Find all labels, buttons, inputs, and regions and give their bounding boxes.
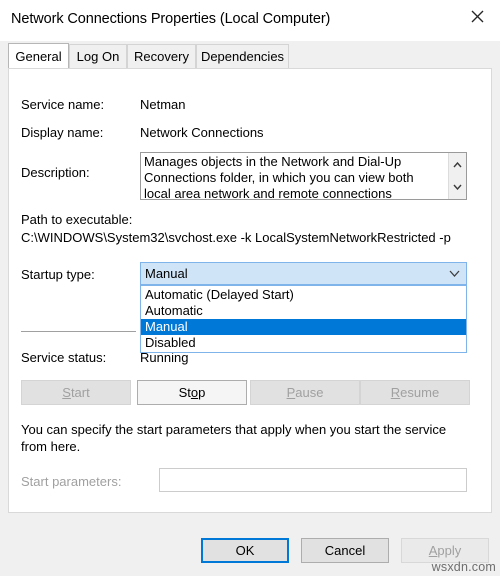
startup-type-dropdown-list[interactable]: Automatic (Delayed Start) Automatic Manu… bbox=[140, 285, 467, 353]
chevron-down-icon bbox=[449, 263, 460, 284]
resume-button-label: Resume bbox=[390, 385, 440, 400]
stop-button-label: Stop bbox=[178, 385, 206, 400]
service-name-value: Netman bbox=[140, 97, 186, 112]
apply-button-label: Apply bbox=[428, 543, 462, 558]
description-label: Description: bbox=[21, 165, 90, 180]
tab-dependencies-label: Dependencies bbox=[200, 49, 285, 64]
startup-type-selected-value: Manual bbox=[145, 266, 188, 281]
startup-option-manual[interactable]: Manual bbox=[141, 319, 466, 335]
startup-option-automatic[interactable]: Automatic bbox=[141, 303, 466, 319]
start-service-button[interactable]: Start bbox=[21, 380, 131, 405]
path-to-executable-label: Path to executable: bbox=[21, 212, 133, 227]
section-divider bbox=[21, 331, 136, 332]
scroll-up-icon[interactable] bbox=[449, 153, 466, 177]
service-properties-dialog: Network Connections Properties (Local Co… bbox=[0, 0, 500, 576]
tab-recovery[interactable]: Recovery bbox=[127, 44, 196, 68]
ok-button-label: OK bbox=[235, 543, 255, 558]
watermark: wsxdn.com bbox=[431, 560, 496, 574]
description-field[interactable]: Manages objects in the Network and Dial-… bbox=[140, 152, 467, 200]
resume-service-button[interactable]: Resume bbox=[360, 380, 470, 405]
tab-log-on-label: Log On bbox=[76, 49, 120, 64]
tab-dependencies[interactable]: Dependencies bbox=[196, 44, 289, 68]
scroll-down-icon[interactable] bbox=[449, 175, 466, 199]
startup-type-label: Startup type: bbox=[21, 267, 95, 282]
tab-log-on[interactable]: Log On bbox=[69, 44, 127, 68]
service-name-label: Service name: bbox=[21, 97, 105, 112]
stop-service-button[interactable]: Stop bbox=[137, 380, 247, 405]
description-scrollbar[interactable] bbox=[448, 153, 466, 199]
service-status-label: Service status: bbox=[21, 350, 107, 365]
tab-strip: General Log On Recovery Dependencies bbox=[8, 43, 492, 68]
startup-option-automatic-delayed[interactable]: Automatic (Delayed Start) bbox=[141, 287, 466, 303]
pause-button-label: Pause bbox=[286, 385, 324, 400]
start-button-label: Start bbox=[62, 385, 90, 400]
startup-option-disabled[interactable]: Disabled bbox=[141, 335, 466, 351]
startup-type-combobox[interactable]: Manual bbox=[140, 262, 467, 285]
start-parameters-label: Start parameters: bbox=[21, 474, 122, 489]
start-parameters-hint: You can specify the start parameters tha… bbox=[21, 422, 447, 454]
cancel-button[interactable]: Cancel bbox=[301, 538, 389, 563]
close-icon[interactable] bbox=[455, 0, 500, 33]
pause-service-button[interactable]: Pause bbox=[250, 380, 360, 405]
start-parameters-input[interactable] bbox=[159, 468, 467, 492]
ok-button[interactable]: OK bbox=[201, 538, 289, 563]
cancel-button-label: Cancel bbox=[324, 543, 366, 558]
title-bar: Network Connections Properties (Local Co… bbox=[0, 0, 500, 42]
window-title: Network Connections Properties (Local Co… bbox=[11, 11, 331, 27]
tab-recovery-label: Recovery bbox=[134, 49, 189, 64]
description-text: Manages objects in the Network and Dial-… bbox=[144, 154, 414, 200]
tab-general[interactable]: General bbox=[8, 43, 69, 68]
tab-general-label: General bbox=[15, 48, 62, 64]
path-to-executable-value: C:\WINDOWS\System32\svchost.exe -k Local… bbox=[21, 230, 451, 245]
display-name-value: Network Connections bbox=[140, 125, 264, 140]
display-name-label: Display name: bbox=[21, 125, 104, 140]
